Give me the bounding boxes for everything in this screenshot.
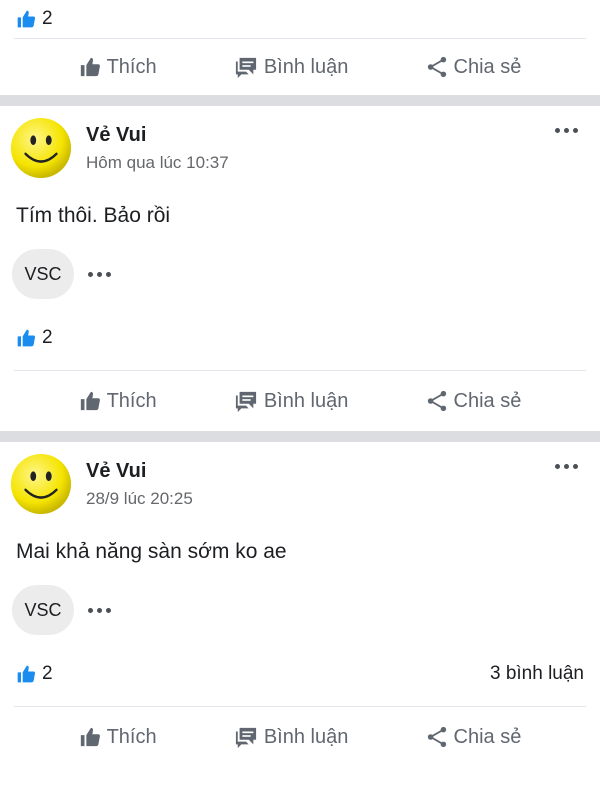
more-options-icon[interactable] [555,464,578,469]
author-block: Vẻ Vui Hôm qua lúc 10:37 [86,124,229,173]
more-reactors-icon[interactable] [88,607,111,613]
thumbs-up-icon [80,57,100,77]
reaction-row: VSC [0,242,600,306]
post-card: Vẻ Vui 28/9 lúc 20:25 Mai khả năng sàn s… [0,442,600,767]
post-text: Mai khả năng sàn sớm ko ae [16,540,287,563]
smiley-avatar[interactable] [10,453,72,515]
post-text: Tím thôi. Bảo rồi [16,204,171,227]
comment-count-link[interactable]: 3 bình luận [490,663,584,685]
like-button[interactable]: Thích [79,56,157,79]
comment-bubble-icon [235,727,256,748]
likes-summary[interactable]: 2 [0,0,600,38]
action-bar: Thích Bình luận Chia sẻ [0,371,600,431]
like-button[interactable]: Thích [79,390,157,413]
comment-button-label: Bình luận [263,55,349,78]
share-button[interactable]: Chia sẻ [426,55,522,79]
like-button-label: Thích [106,55,157,78]
comment-button[interactable]: Bình luận [234,55,349,79]
thumbs-up-icon [17,10,36,28]
share-button-label: Chia sẻ [453,725,522,748]
share-button-label: Chia sẻ [453,55,522,78]
post-header: Vẻ Vui 28/9 lúc 20:25 [0,442,600,526]
comment-button-label: Bình luận [263,389,349,412]
like-button-label: Thích [106,725,157,748]
reactor-chip[interactable]: VSC [12,249,74,299]
feed-separator [0,95,600,106]
comment-button[interactable]: Bình luận [234,389,349,413]
post-card: Vẻ Vui Hôm qua lúc 10:37 Tím thôi. Bảo r… [0,106,600,431]
thumbs-up-icon [80,727,100,747]
share-button[interactable]: Chia sẻ [426,389,522,413]
share-icon [427,726,446,748]
action-bar: Thích Bình luận Chia sẻ [0,39,600,95]
author-name[interactable]: Vẻ Vui [86,460,193,483]
like-count: 2 [42,8,53,29]
more-options-icon[interactable] [555,128,578,133]
post-timestamp[interactable]: 28/9 lúc 20:25 [86,489,193,509]
author-name[interactable]: Vẻ Vui [86,124,229,147]
smiley-avatar[interactable] [10,117,72,179]
thumbs-up-icon [17,329,36,347]
comment-bubble-icon [235,57,256,78]
share-icon [427,390,446,412]
like-count: 2 [42,327,53,348]
thumbs-up-icon [17,665,36,683]
comment-button[interactable]: Bình luận [234,725,349,749]
likes-summary[interactable]: 2 [0,306,600,370]
share-button-label: Chia sẻ [453,389,522,412]
comment-button-label: Bình luận [263,725,349,748]
reactor-chip[interactable]: VSC [12,585,74,635]
share-button[interactable]: Chia sẻ [426,725,522,749]
action-bar: Thích Bình luận Chia sẻ [0,707,600,767]
post-timestamp[interactable]: Hôm qua lúc 10:37 [86,153,229,173]
likes-summary[interactable]: 2 3 bình luận [0,642,600,706]
reaction-row: VSC [0,578,600,642]
like-count: 2 [42,663,53,684]
share-icon [427,56,446,78]
post-header: Vẻ Vui Hôm qua lúc 10:37 [0,106,600,190]
like-button-label: Thích [106,389,157,412]
feed-separator [0,431,600,442]
thumbs-up-icon [80,391,100,411]
like-button[interactable]: Thích [79,726,157,749]
news-feed: 2 Thích Bình luận Chia sẻ Vẻ Vui Hôm qua… [0,0,600,800]
comment-bubble-icon [235,391,256,412]
author-block: Vẻ Vui 28/9 lúc 20:25 [86,460,193,509]
more-reactors-icon[interactable] [88,271,111,277]
